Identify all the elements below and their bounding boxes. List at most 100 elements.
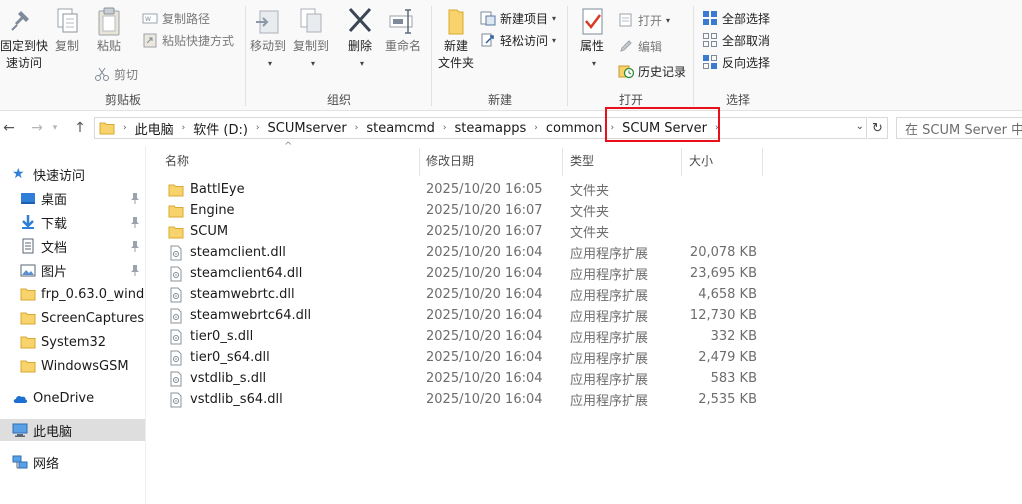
chevron-down-icon: ▾: [52, 123, 58, 133]
back-button[interactable]: ←: [0, 118, 18, 138]
address-bar[interactable]: › 此电脑 › 软件 (D:) › SCUMserver › steamcmd …: [94, 117, 867, 139]
table-row[interactable]: Engine 2025/10/20 16:07 文件夹: [147, 200, 767, 221]
sidebar-item-system32[interactable]: System32: [0, 331, 145, 353]
pin-icon[interactable]: [130, 264, 140, 276]
select-none-icon: [703, 33, 717, 47]
desktop-icon: [21, 193, 35, 204]
easy-access-icon: [481, 33, 494, 47]
breadcrumb-item[interactable]: 此电脑: [131, 119, 178, 138]
file-name: steamclient64.dll: [168, 263, 302, 284]
file-type: 应用程序扩展: [570, 352, 649, 367]
history-button[interactable]: 历史记录: [618, 61, 686, 81]
breadcrumb-item[interactable]: SCUMserver: [264, 121, 351, 136]
chevron-right-icon[interactable]: ›: [711, 123, 723, 133]
table-row[interactable]: steamwebrtc.dll 2025/10/20 16:04 应用程序扩展 4,6…: [147, 284, 767, 305]
easy-access-button[interactable]: 轻松访问 ▾: [480, 30, 556, 50]
breadcrumb-item-current[interactable]: SCUM Server: [618, 121, 711, 136]
picture-icon: [20, 264, 36, 277]
breadcrumb-item[interactable]: 软件 (D:): [189, 119, 252, 138]
chevron-right-icon[interactable]: ›: [607, 123, 619, 133]
sidebar-item-network[interactable]: 网络: [0, 451, 145, 473]
delete-button[interactable]: 删除 ▾: [340, 6, 380, 72]
arrow-right-icon: →: [31, 120, 43, 136]
sidebar-item-windowsgsm[interactable]: WindowsGSM: [0, 355, 145, 377]
column-header-name[interactable]: 名称: [147, 146, 419, 174]
chevron-right-icon[interactable]: ›: [178, 123, 190, 133]
chevron-right-icon[interactable]: ›: [252, 123, 264, 133]
new-item-button[interactable]: 新建项目 ▾: [480, 8, 556, 28]
chevron-right-icon[interactable]: ›: [530, 123, 542, 133]
new-folder-button[interactable]: 新建 文件夹: [434, 6, 478, 72]
select-all-icon: [703, 11, 717, 25]
file-date: 2025/10/20 16:04: [426, 287, 543, 302]
paste-shortcut-button[interactable]: 粘贴快捷方式: [142, 30, 234, 50]
sidebar-item-pictures[interactable]: 图片: [0, 259, 145, 281]
column-separator[interactable]: [762, 148, 763, 176]
breadcrumb-item[interactable]: steamapps: [451, 121, 531, 136]
column-header-size[interactable]: 大小: [671, 146, 761, 174]
pin-icon[interactable]: [130, 240, 140, 252]
scissors-icon: [95, 67, 109, 81]
chevron-right-icon[interactable]: ›: [351, 123, 363, 133]
new-group: 新建 文件夹 新建项目 ▾ 轻松访问 ▾ 新建: [432, 0, 568, 111]
search-input[interactable]: 在 SCUM Server 中搜: [896, 117, 1022, 139]
move-to-button[interactable]: 移动到 ▾: [248, 6, 288, 72]
copy-to-button[interactable]: 复制到 ▾: [290, 6, 332, 72]
column-header-type[interactable]: 类型: [552, 146, 665, 174]
file-name: tier0_s.dll: [168, 326, 253, 347]
table-row[interactable]: BattlEye 2025/10/20 16:05 文件夹: [147, 179, 767, 200]
folder-icon: [168, 226, 184, 238]
sidebar-item-frp[interactable]: frp_0.63.0_windows: [0, 283, 145, 305]
paste-button[interactable]: 粘贴: [92, 6, 126, 55]
pin-icon[interactable]: [130, 216, 140, 228]
table-row[interactable]: tier0_s.dll 2025/10/20 16:04 应用程序扩展 332 KB: [147, 326, 767, 347]
column-header-date[interactable]: 修改日期: [408, 146, 551, 174]
copy-button[interactable]: 复制: [50, 6, 84, 55]
dll-file-icon: [170, 371, 182, 386]
file-date: 2025/10/20 16:04: [426, 308, 543, 323]
open-button[interactable]: 打开 ▾: [618, 10, 670, 30]
select-none-button[interactable]: 全部取消: [702, 30, 770, 50]
table-row[interactable]: tier0_s64.dll 2025/10/20 16:04 应用程序扩展 2,479…: [147, 347, 767, 368]
sidebar-item-downloads[interactable]: 下载: [0, 211, 145, 233]
forward-button[interactable]: →: [28, 118, 46, 138]
copy-path-button[interactable]: W 复制路径: [142, 8, 210, 28]
chevron-right-icon[interactable]: ›: [439, 123, 451, 133]
invert-selection-button[interactable]: 反向选择: [702, 52, 770, 72]
recent-locations-button[interactable]: ▾: [50, 118, 60, 138]
sidebar-item-onedrive[interactable]: OneDrive: [0, 387, 145, 409]
table-row[interactable]: vstdlib_s64.dll 2025/10/20 16:04 应用程序扩展 2,5…: [147, 389, 767, 410]
sidebar-item-desktop[interactable]: 桌面: [0, 187, 145, 209]
table-row[interactable]: steamclient.dll 2025/10/20 16:04 应用程序扩展 20,…: [147, 242, 767, 263]
breadcrumb-item[interactable]: common: [542, 121, 607, 136]
refresh-button[interactable]: ↻: [868, 117, 888, 139]
table-row[interactable]: SCUM 2025/10/20 16:07 文件夹: [147, 221, 767, 242]
file-type: 应用程序扩展: [570, 394, 649, 409]
breadcrumb-item[interactable]: steamcmd: [362, 121, 439, 136]
move-to-icon: [256, 10, 279, 34]
table-row[interactable]: steamwebrtc64.dll 2025/10/20 16:04 应用程序扩展 1…: [147, 305, 767, 326]
edit-button[interactable]: 编辑: [618, 36, 662, 56]
rename-button[interactable]: 重命名: [382, 6, 424, 55]
sidebar-item-quick-access[interactable]: ★ 快速访问: [0, 163, 145, 185]
cut-button[interactable]: 剪切: [94, 64, 138, 84]
select-all-button[interactable]: 全部选择: [702, 8, 770, 28]
sidebar-item-documents[interactable]: 文档: [0, 235, 145, 257]
sidebar-item-screencaptures[interactable]: ScreenCaptures: [0, 307, 145, 329]
pin-icon[interactable]: [130, 192, 140, 204]
file-size: 2,535 KB: [698, 392, 757, 407]
file-name: SCUM: [168, 221, 228, 242]
properties-button[interactable]: 属性 ▾: [572, 6, 612, 72]
file-date: 2025/10/20 16:04: [426, 266, 543, 281]
sidebar-item-this-pc[interactable]: 此电脑: [0, 419, 145, 441]
up-button[interactable]: ↑: [71, 118, 89, 138]
file-name: steamwebrtc64.dll: [168, 305, 311, 326]
file-type: 应用程序扩展: [570, 289, 649, 304]
table-row[interactable]: steamclient64.dll 2025/10/20 16:04 应用程序扩展 2…: [147, 263, 767, 284]
table-row[interactable]: vstdlib_s.dll 2025/10/20 16:04 应用程序扩展 583 K…: [147, 368, 767, 389]
address-history-dropdown[interactable]: ⌄: [856, 121, 864, 132]
select-group: 全部选择 全部取消 反向选择 选择: [694, 0, 782, 111]
delete-x-icon: [348, 7, 372, 33]
pin-to-quick-access-button[interactable]: 固定到快 速访问: [0, 6, 48, 72]
folder-icon: [20, 336, 36, 349]
